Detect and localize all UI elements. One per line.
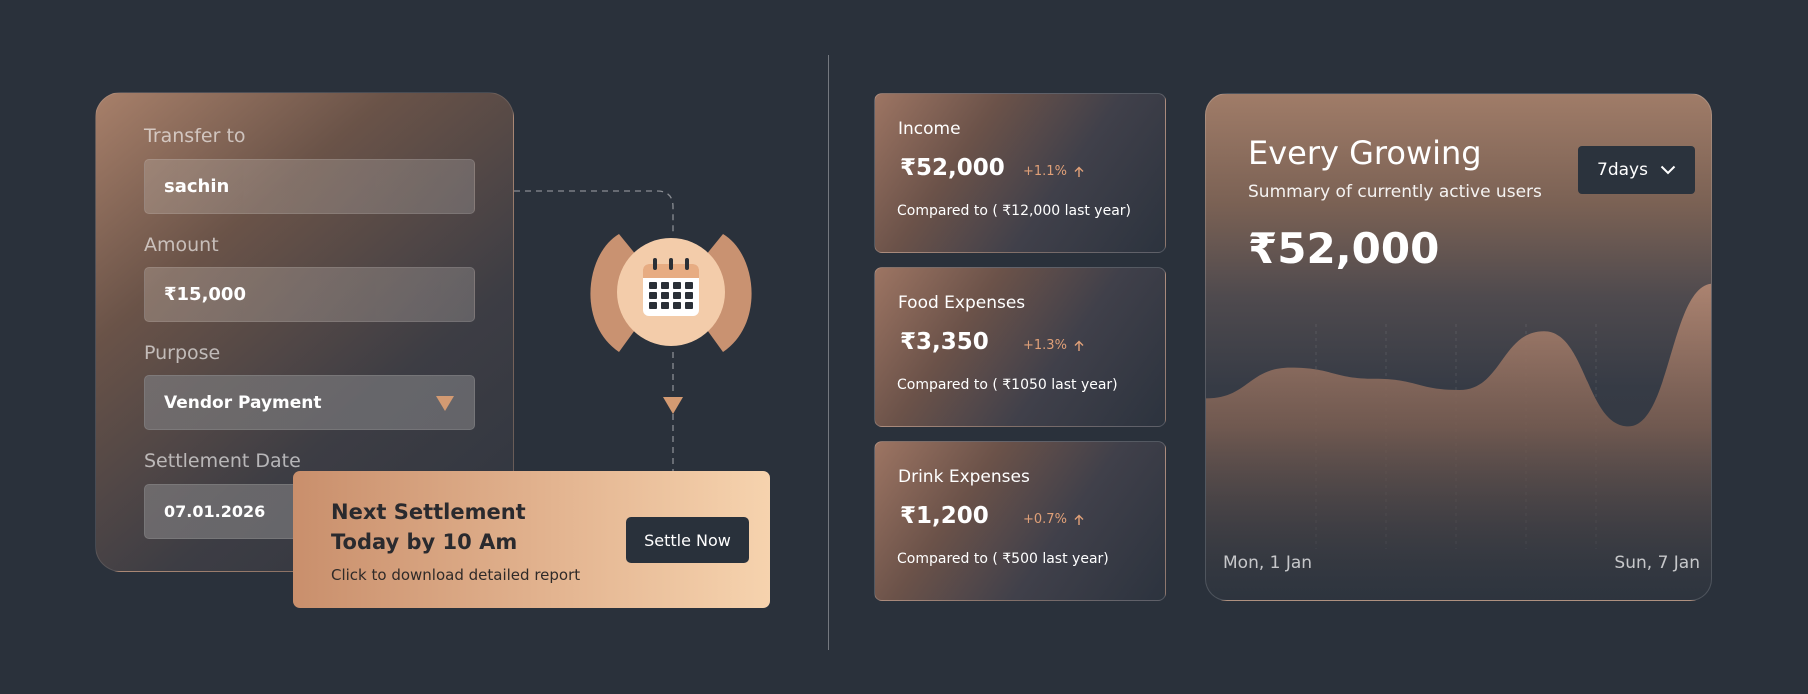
chevron-down-icon: [1660, 165, 1676, 175]
stat-compare: Compared to ( ₹500 last year): [897, 551, 1109, 567]
transfer-to-label: Transfer to: [144, 125, 246, 147]
stat-value: ₹1,200: [900, 503, 989, 529]
stat-delta-value: +1.1%: [1023, 164, 1067, 179]
settlement-title-line1: Next Settlement: [331, 500, 526, 524]
purpose-label: Purpose: [144, 342, 221, 364]
purpose-select-value: Vendor Payment: [164, 392, 322, 413]
range-dropdown[interactable]: 7days: [1578, 146, 1695, 194]
calendar-badge: [590, 234, 752, 352]
amount-input[interactable]: ₹15,000: [144, 267, 475, 322]
dropdown-triangle-icon: [436, 396, 454, 411]
section-divider: [828, 55, 829, 650]
calendar-icon: [643, 258, 699, 316]
stat-delta-value: +0.7%: [1023, 512, 1067, 527]
stat-delta-value: +1.3%: [1023, 338, 1067, 353]
settlement-date-label: Settlement Date: [144, 450, 301, 472]
settlement-title: Next Settlement Today by 10 Am: [331, 497, 571, 557]
arrow-up-icon: [1074, 166, 1084, 177]
purpose-select[interactable]: Vendor Payment: [144, 375, 475, 430]
arrow-up-icon: [1074, 340, 1084, 351]
income-card[interactable]: Income ₹52,000 +1.1% Compared to ( ₹12,0…: [874, 93, 1166, 253]
settlement-title-line2: Today by 10 Am: [331, 530, 518, 554]
chart-subtitle: Summary of currently active users: [1248, 182, 1542, 202]
stat-delta: +1.1%: [1023, 164, 1084, 179]
drink-expenses-card[interactable]: Drink Expenses ₹1,200 +0.7% Compared to …: [874, 441, 1166, 601]
x-axis-start-label: Mon, 1 Jan: [1223, 553, 1313, 573]
stat-title: Income: [898, 119, 961, 139]
chart-total: ₹52,000: [1248, 224, 1440, 273]
chart-title: Every Growing: [1248, 134, 1482, 172]
x-axis-end-label: Sun, 7 Jan: [1614, 553, 1700, 573]
amount-label: Amount: [144, 234, 219, 256]
stat-value: ₹52,000: [900, 155, 1005, 181]
food-expenses-card[interactable]: Food Expenses ₹3,350 +1.3% Compared to (…: [874, 267, 1166, 427]
stat-title: Food Expenses: [898, 293, 1026, 313]
stat-title: Drink Expenses: [898, 467, 1030, 487]
arrow-up-icon: [1074, 514, 1084, 525]
payment-dashboard: Transfer to sachin Amount ₹15,000 Purpos…: [0, 0, 1808, 694]
transfer-to-input[interactable]: sachin: [144, 159, 475, 214]
settle-now-button[interactable]: Settle Now: [626, 517, 749, 563]
stat-compare: Compared to ( ₹1050 last year): [897, 377, 1118, 393]
range-dropdown-label: 7days: [1597, 160, 1648, 180]
flow-arrow-icon: [663, 397, 683, 414]
stat-value: ₹3,350: [900, 329, 989, 355]
stat-delta: +0.7%: [1023, 512, 1084, 527]
stat-compare: Compared to ( ₹12,000 last year): [897, 203, 1132, 219]
stat-delta: +1.3%: [1023, 338, 1084, 353]
download-report-link[interactable]: Click to download detailed report: [331, 566, 580, 584]
growth-chart-card: Every Growing Summary of currently activ…: [1205, 93, 1712, 601]
settlement-banner[interactable]: Next Settlement Today by 10 Am Click to …: [293, 471, 770, 608]
